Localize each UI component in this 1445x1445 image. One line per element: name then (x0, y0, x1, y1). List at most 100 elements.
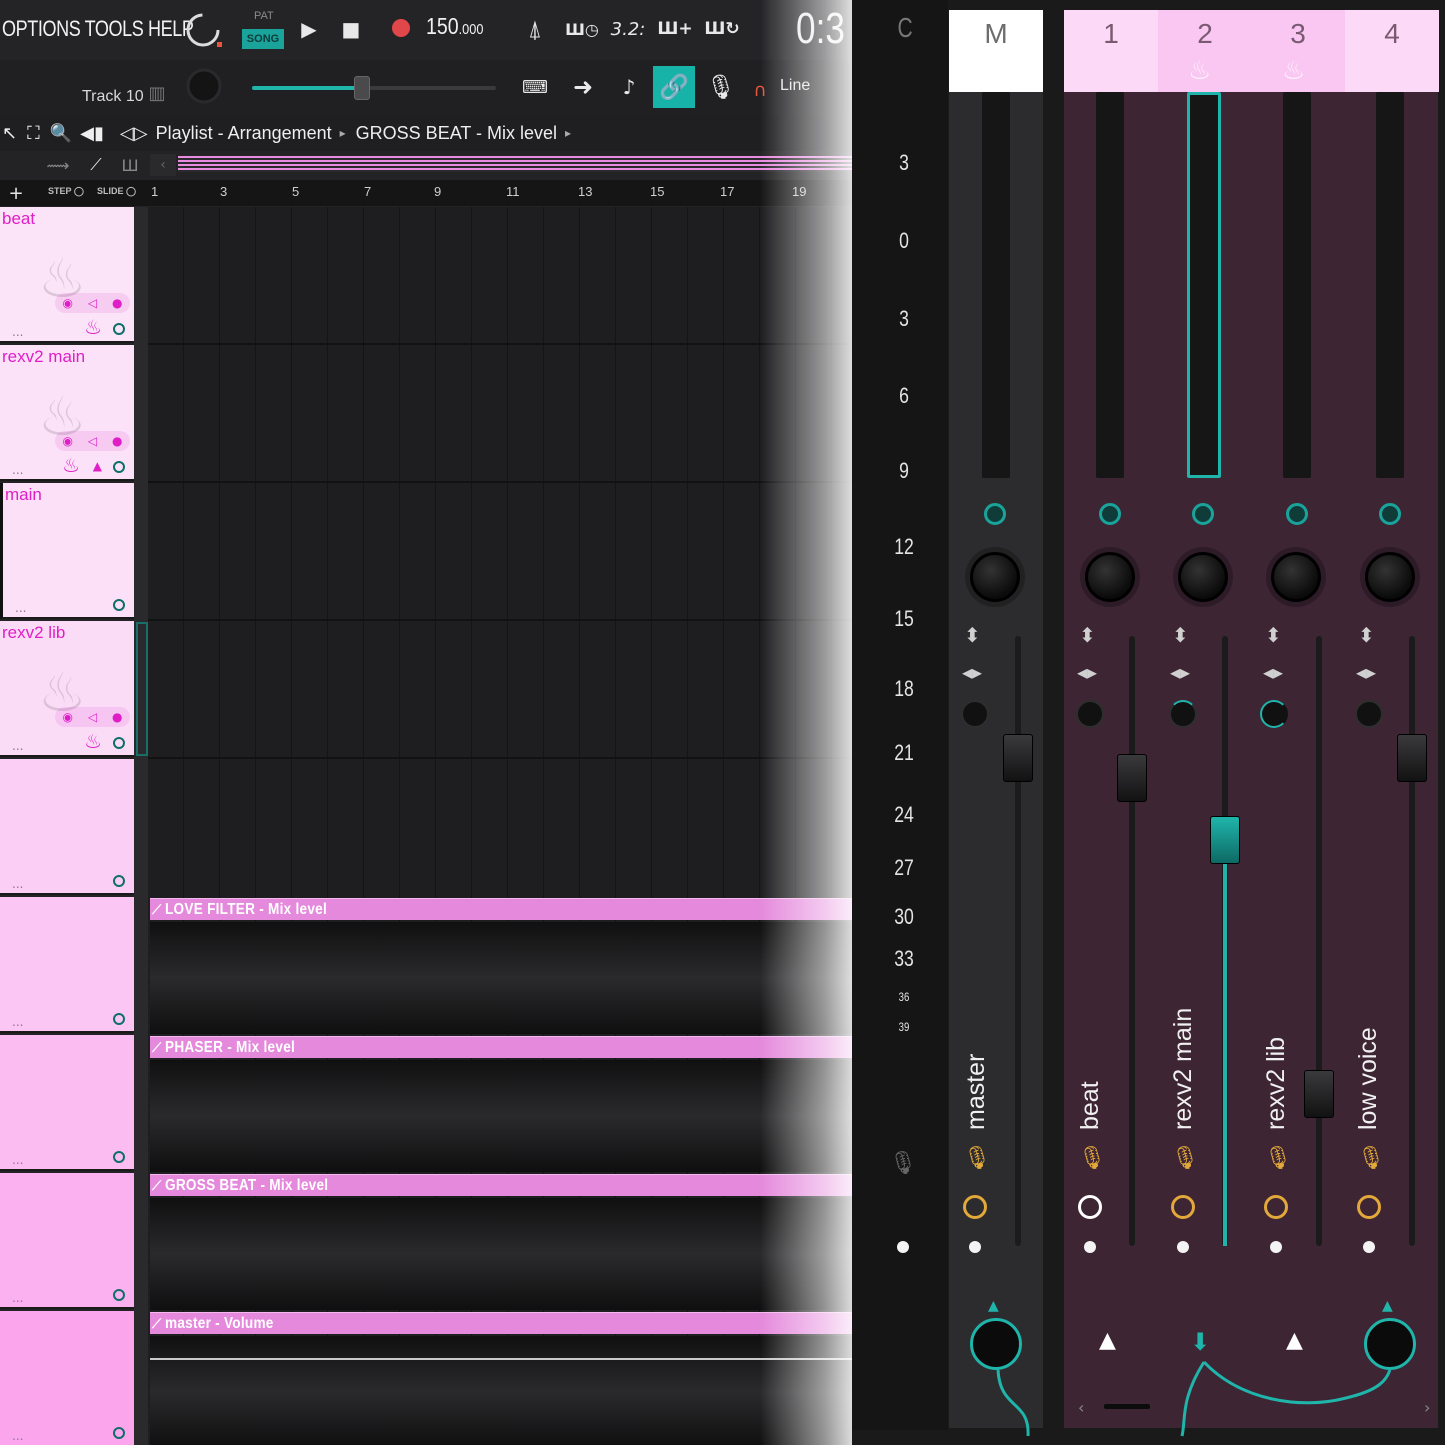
volume-fader-track[interactable] (1129, 636, 1135, 1246)
track-header[interactable]: ... (0, 897, 134, 1033)
master-volume-handle[interactable] (353, 76, 370, 100)
delay-clock-icon[interactable] (963, 1195, 987, 1219)
track-enable-toggle[interactable] (113, 1013, 125, 1025)
track-options-icon[interactable]: ... (12, 463, 23, 477)
stop-icon[interactable]: ■ (338, 14, 364, 44)
pan-knob[interactable] (1365, 552, 1415, 602)
track-enable-toggle[interactable] (113, 737, 125, 749)
track-options-icon[interactable]: ... (12, 1015, 23, 1029)
stereo-knob[interactable] (1076, 700, 1104, 728)
route-dot[interactable] (1177, 1241, 1189, 1253)
audio-input-icon[interactable]: 🎙 (702, 68, 740, 106)
track-header[interactable]: ... (0, 759, 134, 895)
route-dot[interactable] (1363, 1241, 1375, 1253)
delay-clock-icon[interactable] (1264, 1195, 1288, 1219)
volume-fader[interactable] (1304, 1070, 1334, 1118)
headphones-icon[interactable]: ∩ (748, 78, 772, 102)
stereo-knob[interactable] (1260, 700, 1288, 728)
route-dot[interactable] (1270, 1241, 1282, 1253)
step-edit-icon[interactable]: Ш+ (656, 12, 694, 46)
stereo-separation-icon[interactable]: ⬍ (1172, 623, 1189, 647)
pat-song-toggle[interactable]: PAT SONG (240, 8, 286, 52)
main-menu[interactable]: OPTIONS TOOLS HELP (2, 16, 194, 42)
track-enable-toggle[interactable] (113, 1289, 125, 1301)
automation-clip-body[interactable] (150, 1060, 852, 1172)
speaker-icon[interactable]: ◀▮ (80, 123, 104, 144)
automation-clip[interactable]: ⟋ LOVE FILTER - Mix level (150, 898, 852, 920)
mute-led[interactable] (1286, 503, 1308, 525)
strip-name[interactable]: low voice (1354, 1027, 1383, 1130)
strip-name[interactable]: master (962, 1054, 991, 1130)
caret-up-icon[interactable]: ▲ (93, 459, 102, 473)
stereo-separation-icon[interactable]: ⬍ (1358, 623, 1375, 647)
wave-icon[interactable]: ⟿ (44, 154, 72, 176)
trash-icon[interactable]: ▥ (148, 80, 166, 106)
horizontal-scrollbar[interactable] (178, 156, 852, 172)
track-header[interactable]: ... (0, 1035, 134, 1171)
breadcrumb-item-playlist[interactable]: Playlist - Arrangement (156, 123, 332, 144)
audio-input-icon[interactable]: 🎙 (1264, 1146, 1292, 1171)
track-options-icon[interactable]: ... (12, 1153, 23, 1167)
fullscreen-icon[interactable]: ⛶ (27, 123, 40, 144)
wait-input-icon[interactable]: Ш◷ (562, 12, 602, 46)
swap-lr-icon[interactable]: ◂▸ (1263, 660, 1283, 684)
mute-led[interactable] (984, 503, 1006, 525)
volume-fader[interactable] (1117, 754, 1147, 802)
route-dot[interactable] (969, 1241, 981, 1253)
automation-clip[interactable]: ⟋ master - Volume (150, 1312, 852, 1334)
volume-fader[interactable] (1397, 734, 1427, 782)
track-enable-toggle[interactable] (113, 1427, 125, 1439)
pitch-knob-icon[interactable] (182, 10, 224, 50)
swap-lr-icon[interactable]: ◂▸ (962, 660, 982, 684)
mute-led[interactable] (1379, 503, 1401, 525)
track-enable-toggle[interactable] (113, 323, 125, 335)
pan-knob[interactable] (1178, 552, 1228, 602)
delay-clock-icon[interactable] (1357, 1195, 1381, 1219)
countdown-icon[interactable]: 3.2: (610, 12, 646, 46)
audio-input-icon[interactable]: 🎙 (1078, 1146, 1106, 1171)
tempo-display[interactable]: 150.000 (426, 13, 487, 47)
pan-knob[interactable] (1271, 552, 1321, 602)
delay-clock-icon[interactable] (1078, 1195, 1102, 1219)
track-options-icon[interactable]: ... (12, 739, 23, 753)
multilink-icon[interactable]: 🔗 (653, 66, 695, 108)
track-header[interactable]: rexv2 lib ♨ ◉ ◁ ● ♨ ... (0, 621, 134, 757)
track-enable-toggle[interactable] (113, 461, 125, 473)
volume-fader-track[interactable] (1316, 636, 1322, 1246)
automation-clip[interactable]: ⟋ GROSS BEAT - Mix level (150, 1174, 852, 1196)
track-options-icon[interactable]: ... (12, 1291, 23, 1305)
volume-fader-selected[interactable] (1210, 816, 1240, 864)
track-options-icon[interactable]: ... (15, 601, 26, 615)
automation-clip-body[interactable] (150, 1336, 852, 1445)
pencil-icon[interactable]: ♪ (612, 70, 646, 104)
track-enable-toggle[interactable] (113, 599, 125, 611)
slide-toggle[interactable]: SLIDE ◯ (97, 186, 136, 197)
strip-name[interactable]: rexv2 main (1169, 1008, 1198, 1130)
track-controls[interactable]: ◉ ◁ ● (55, 431, 130, 451)
volume-fader-track[interactable] (1015, 636, 1021, 1246)
track-controls[interactable]: ◉ ◁ ● (55, 293, 130, 313)
mute-led[interactable] (1192, 503, 1214, 525)
audio-input-icon[interactable]: 🎙 (963, 1146, 991, 1171)
track-header[interactable]: ... (0, 1311, 134, 1445)
typing-keyboard-icon[interactable]: ⌨ (516, 70, 554, 104)
record-icon[interactable] (386, 12, 416, 44)
master-volume-slider[interactable] (252, 86, 496, 90)
swap-lr-icon[interactable]: ◂▸ (1356, 660, 1376, 684)
track-header[interactable]: rexv2 main ♨ ◉ ◁ ● ♨ ▲ ... (0, 345, 134, 481)
stereo-separation-icon[interactable]: ⬍ (1079, 623, 1096, 647)
stereo-knob[interactable] (961, 700, 989, 728)
track-header[interactable]: beat ♨ ◉ ◁ ● ♨ ... (0, 207, 134, 343)
time-display[interactable]: 0:3 (796, 4, 845, 54)
track-options-icon[interactable]: ... (12, 1429, 23, 1443)
automation-icon[interactable]: ⟋ (82, 154, 110, 176)
loop-record-icon[interactable]: Ш↻ (702, 12, 742, 46)
step-toggle[interactable]: STEP ◯ (48, 186, 84, 197)
scroll-left-icon[interactable]: ‹ (1078, 1398, 1084, 1417)
volume-fader[interactable] (1003, 734, 1033, 782)
track-options-icon[interactable]: ... (12, 325, 23, 339)
delay-clock-icon[interactable] (1171, 1195, 1195, 1219)
automation-clip-body[interactable] (150, 922, 852, 1034)
piano-roll-icon[interactable]: Ш (116, 154, 144, 176)
mixer-scrollbar[interactable] (1104, 1404, 1150, 1409)
